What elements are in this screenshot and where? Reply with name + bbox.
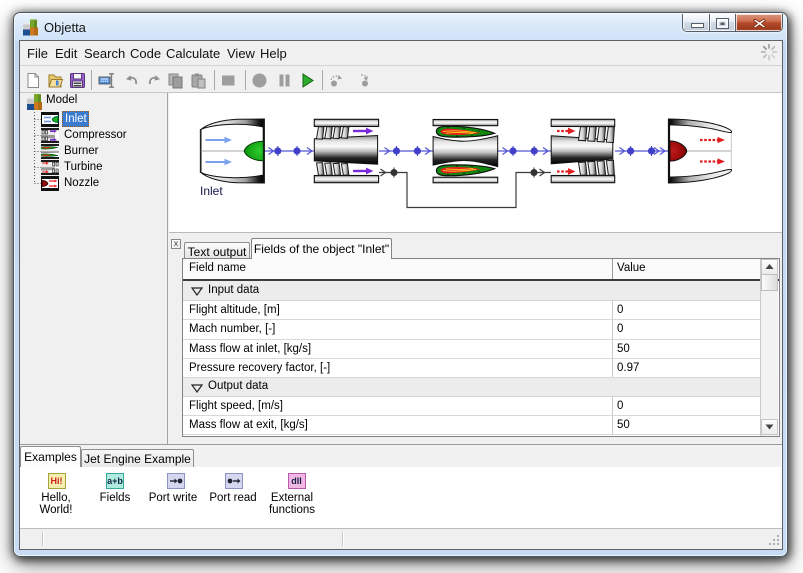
svg-text:Inlet: Inlet [200,184,223,198]
